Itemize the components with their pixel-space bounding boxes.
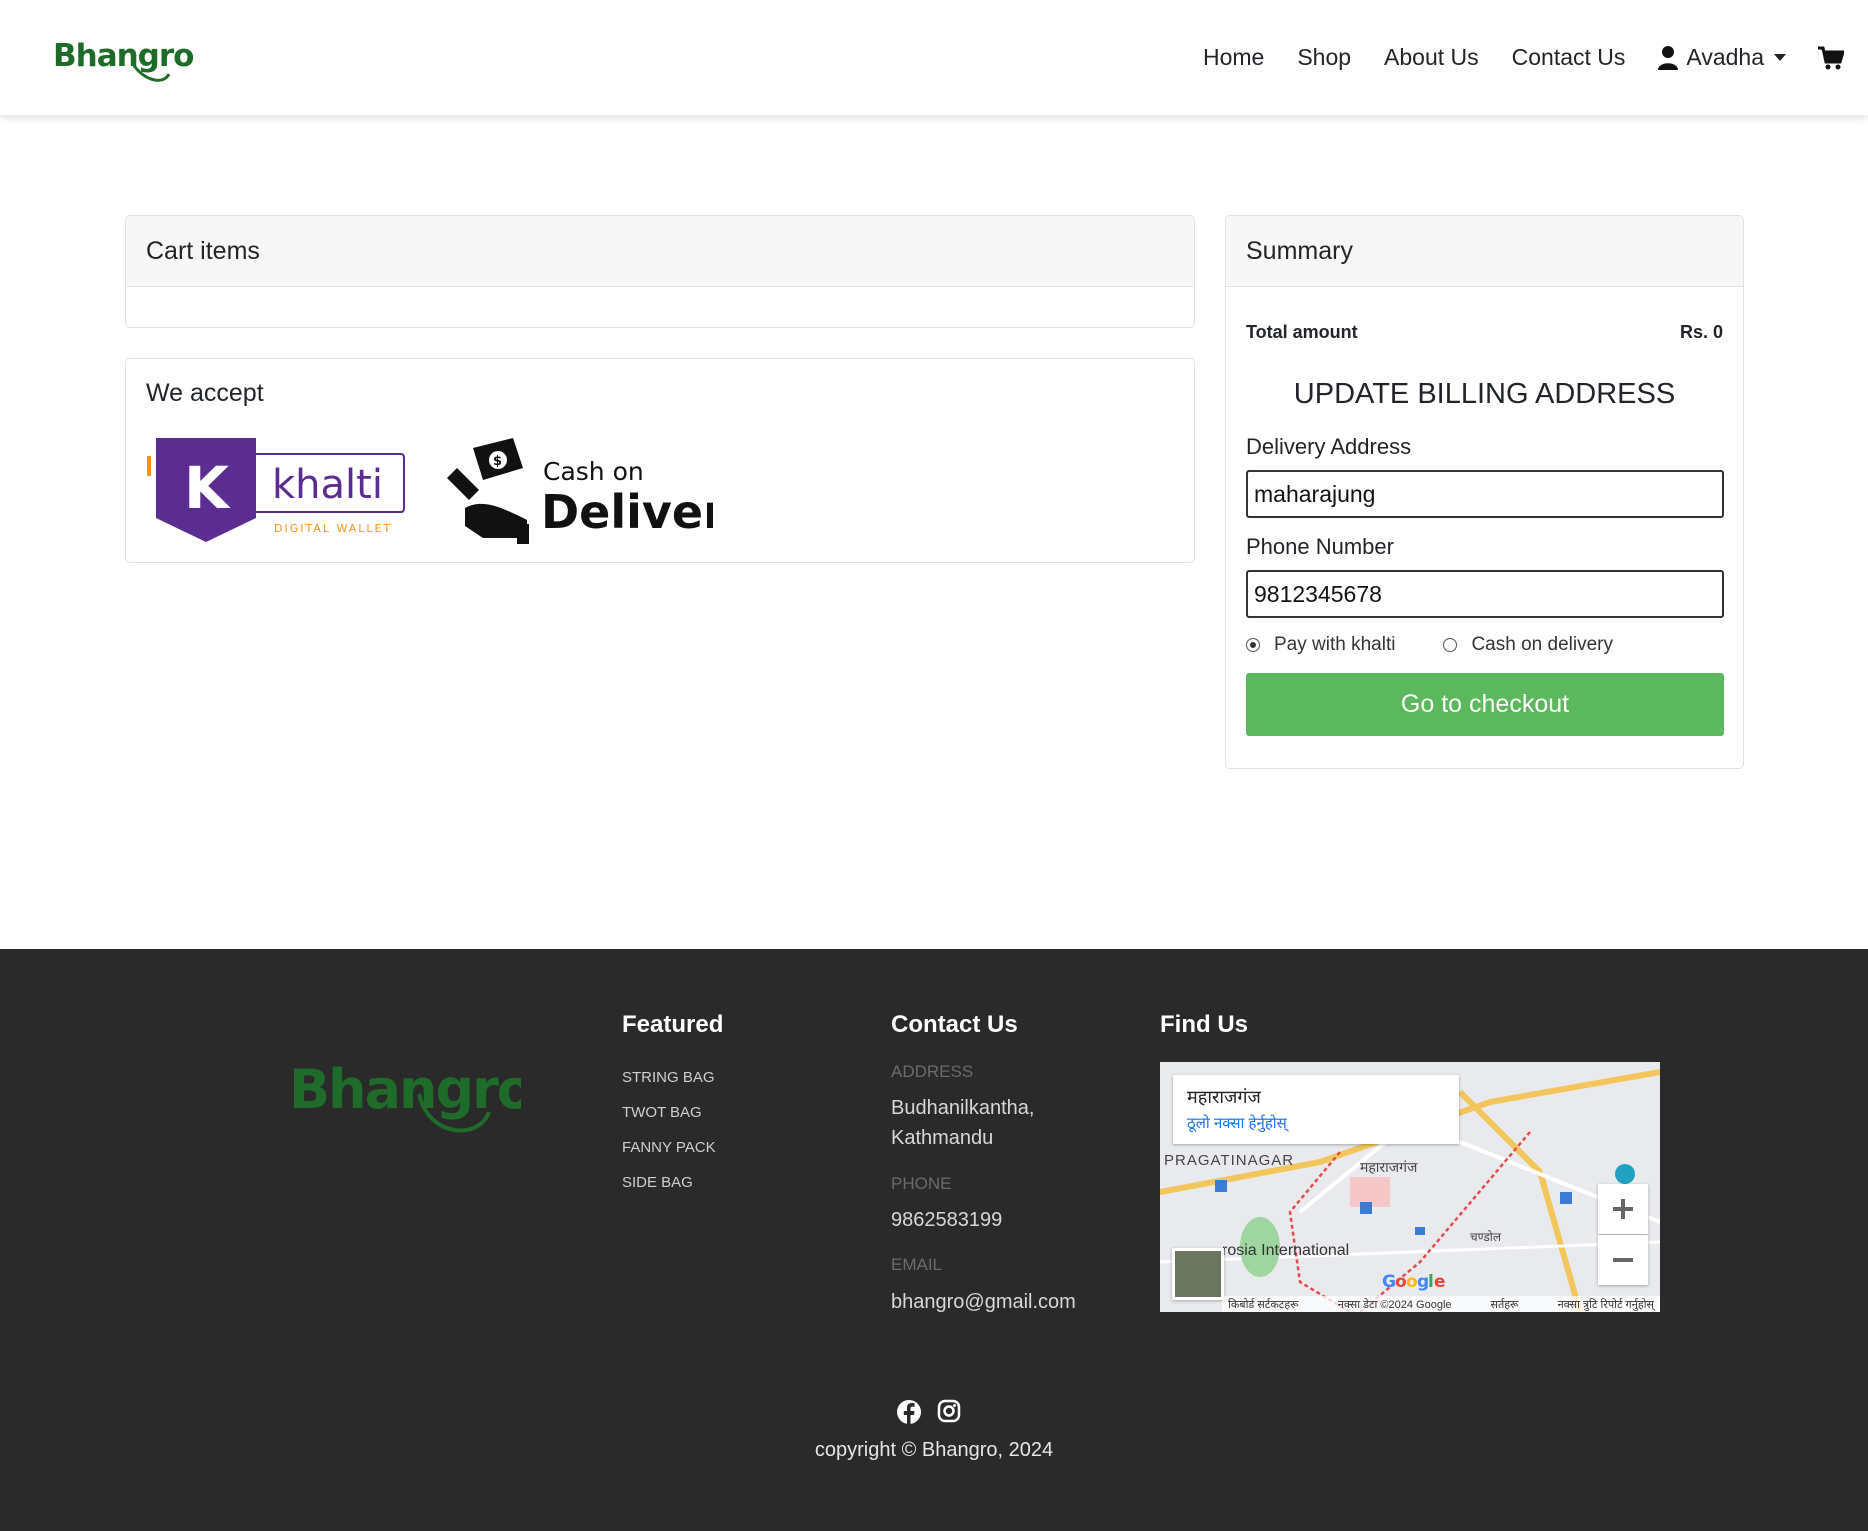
chevron-down-icon (1774, 54, 1786, 61)
svg-text:o: o (1395, 1272, 1407, 1292)
pay-khalti-radio[interactable] (1246, 638, 1260, 652)
featured-item[interactable]: SIDE BAG (622, 1174, 716, 1209)
svg-text:Cash on: Cash on (543, 457, 644, 486)
svg-text:e: e (1434, 1272, 1446, 1292)
map-poi-label: rosia International (1222, 1242, 1350, 1259)
khalti-logo: K khalti DIGITAL WALLET (147, 438, 405, 542)
map-place-name: महाराजगंज (1187, 1087, 1261, 1107)
featured-item[interactable]: TWOT BAG (622, 1104, 716, 1139)
svg-text:Delivery: Delivery (541, 485, 713, 539)
contact-title: Contact Us (891, 1011, 1018, 1038)
svg-text:Bhangro: Bhangro (289, 1058, 521, 1121)
map-zoom-in-button[interactable] (1598, 1184, 1648, 1234)
address-line-1: Budhanilkantha, (891, 1097, 1035, 1119)
map-report-error-link[interactable]: नक्सा त्रुटि रिपोर्ट गर्नुहोस् (1558, 1297, 1654, 1312)
pay-khalti-label[interactable]: Pay with khalti (1274, 634, 1395, 656)
nav-home-link[interactable]: Home (1203, 44, 1264, 71)
cart-button[interactable] (1818, 46, 1844, 70)
map-chok-label: चण्डोल (1470, 1230, 1501, 1244)
nav-menu: Home Shop About Us Contact Us Avadha (1203, 0, 1868, 115)
email-label: EMAIL (891, 1255, 943, 1274)
we-accept-title: We accept (146, 379, 264, 407)
nav-contact-link[interactable]: Contact Us (1512, 44, 1626, 71)
map-attribution-bar: किबोर्ड सर्टकटहरू नक्सा डेटा ©2024 Googl… (1222, 1296, 1660, 1312)
brand-logo[interactable]: Bhangro (53, 38, 194, 86)
plus-icon (1613, 1199, 1633, 1219)
map-zoom-out-button[interactable] (1598, 1235, 1648, 1285)
nav-about-link[interactable]: About Us (1384, 44, 1479, 71)
map-area-label: PRAGATINAGAR (1164, 1152, 1295, 1169)
map-keyboard-shortcuts[interactable]: किबोर्ड सर्टकटहरू (1228, 1297, 1299, 1312)
user-name: Avadha (1686, 44, 1764, 70)
phone-value: 9862583199 (891, 1209, 1003, 1231)
billing-address-title: UPDATE BILLING ADDRESS (1293, 378, 1676, 410)
cart-icon (1818, 46, 1844, 69)
featured-item[interactable]: STRING BAG (622, 1069, 716, 1104)
svg-text:l: l (1428, 1272, 1434, 1292)
map-info-card: महाराजगंज ठूलो नक्सा हेर्नुहोस् (1173, 1075, 1459, 1144)
payment-options: Pay with khalti Cash on delivery (1246, 634, 1613, 656)
delivery-address-label: Delivery Address (1246, 434, 1412, 459)
google-map[interactable]: महाराजगंज ठूलो नक्सा हेर्नुहोस् PRAGATIN… (1160, 1062, 1660, 1312)
summary-header: Summary (1226, 216, 1743, 287)
find-us-title: Find Us (1160, 1011, 1248, 1038)
facebook-link[interactable] (896, 1399, 922, 1425)
phone-label: PHONE (891, 1174, 952, 1193)
checkout-button[interactable]: Go to checkout (1246, 673, 1724, 736)
cash-on-delivery-radio[interactable] (1443, 638, 1458, 652)
total-amount-label: Total amount (1246, 322, 1358, 342)
svg-text:o: o (1406, 1272, 1418, 1292)
user-icon (1658, 45, 1679, 70)
cash-on-delivery-label[interactable]: Cash on delivery (1471, 634, 1613, 656)
google-logo: G o o g l e (1382, 1272, 1446, 1292)
address-line-2: Kathmandu (891, 1127, 994, 1149)
instagram-link[interactable] (937, 1399, 961, 1423)
instagram-icon (937, 1399, 961, 1423)
nav-shop-link[interactable]: Shop (1297, 44, 1351, 71)
address-label: ADDRESS (891, 1062, 974, 1081)
cart-items-header: Cart items (126, 216, 1194, 287)
facebook-icon (897, 1400, 921, 1425)
cash-on-delivery-logo: $ Cash on Delivery (447, 438, 713, 544)
cart-items-card: Cart items (125, 215, 1195, 328)
map-data-credit: नक्सा डेटा ©2024 Google (1337, 1298, 1452, 1311)
minus-icon (1613, 1258, 1633, 1262)
footer-brand-logo[interactable]: Bhangro (289, 1054, 521, 1138)
copyright-text: copyright © Bhangro, 2024 (814, 1439, 1054, 1461)
total-amount-row: Total amount Rs. 0 (1246, 322, 1723, 343)
payment-methods-card: We accept K khalti DIGITAL WALLET $ Cash… (125, 358, 1195, 563)
featured-list: STRING BAG TWOT BAG FANNY PACK SIDE BAG (622, 1069, 716, 1209)
svg-text:$: $ (493, 454, 502, 469)
google-watermark: G o o g l e (1382, 1270, 1452, 1297)
svg-text:G: G (1382, 1272, 1396, 1292)
user-menu-dropdown[interactable]: Avadha (1658, 44, 1786, 71)
delivery-address-input[interactable] (1246, 470, 1724, 518)
svg-text:khalti: khalti (272, 462, 383, 508)
satellite-toggle-thumbnail[interactable] (1172, 1248, 1224, 1300)
navbar: Bhangro Home Shop About Us Contact Us Av… (0, 0, 1868, 115)
featured-title: Featured (622, 1011, 724, 1038)
total-amount-value: Rs. 0 (1679, 322, 1723, 342)
phone-number-label: Phone Number (1246, 534, 1394, 559)
phone-number-input[interactable] (1246, 570, 1724, 618)
svg-text:K: K (184, 454, 231, 522)
map-terms-link[interactable]: सर्तहरू (1491, 1297, 1519, 1312)
brand-swirl-icon (131, 63, 171, 82)
footer: Bhangro Featured STRING BAG TWOT BAG FAN… (0, 949, 1868, 1531)
view-larger-map-link[interactable]: ठूलो नक्सा हेर्नुहोस् (1187, 1113, 1445, 1133)
summary-card: Summary Total amount Rs. 0 UPDATE BILLIN… (1225, 215, 1744, 769)
map-center-label: महाराजगंज (1360, 1159, 1418, 1175)
email-value[interactable]: bhangro@gmail.com (891, 1287, 1076, 1317)
svg-text:DIGITAL WALLET: DIGITAL WALLET (274, 522, 392, 535)
featured-item[interactable]: FANNY PACK (622, 1139, 716, 1174)
